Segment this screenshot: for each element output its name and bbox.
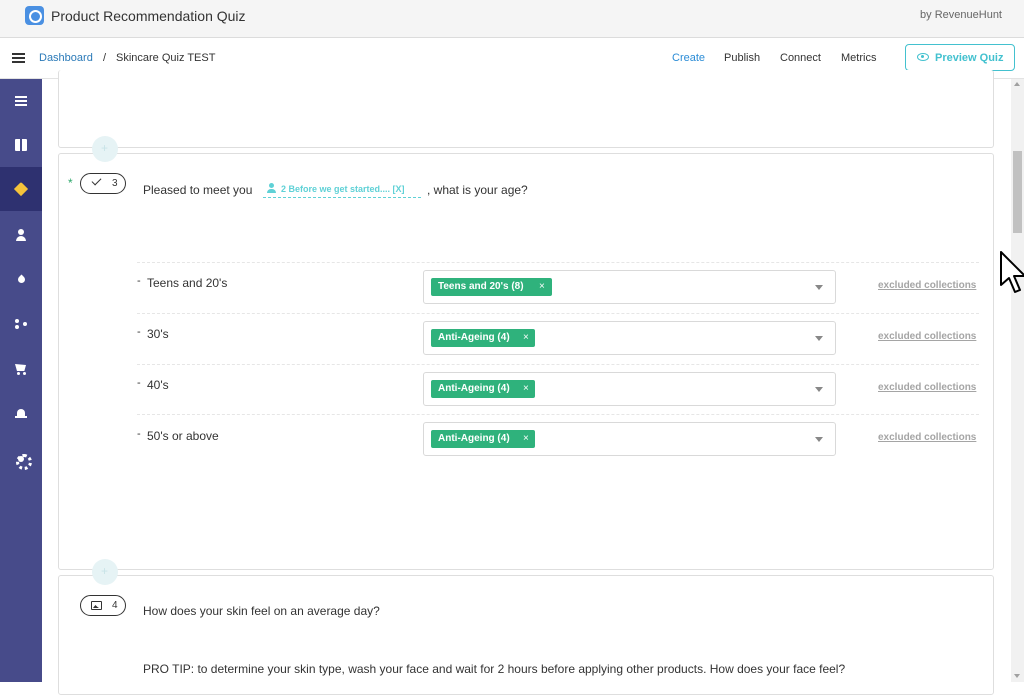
drop-icon [15,274,27,286]
option-label[interactable]: 50's or above [147,429,219,443]
add-block-icon[interactable] [92,559,118,585]
scroll-down-icon[interactable] [1014,674,1020,678]
option-label[interactable]: 40's [147,378,169,392]
sidebar-item-settings[interactable] [0,437,42,481]
excluded-collections-link[interactable]: excluded collections [878,331,976,342]
question-mention-tag[interactable]: 2 Before we get started.... [X] [263,182,421,198]
question-text-prefix: Pleased to meet you [143,183,253,197]
sidebar-item-list[interactable] [0,79,42,123]
collection-chip: Teens and 20's (8) × [431,278,552,296]
sidebar-item-tags[interactable] [0,167,42,211]
vertical-scrollbar[interactable] [1011,79,1024,682]
option-divider [137,414,979,415]
tab-metrics[interactable]: Metrics [841,52,876,64]
close-icon[interactable]: × [523,383,529,394]
option-label[interactable]: Teens and 20's [147,276,227,290]
list-icon [15,95,27,107]
person-icon [267,183,276,193]
sidebar-item-flow[interactable] [0,302,42,346]
cart-icon [15,363,27,375]
app-logo-icon [25,6,44,25]
option-divider [137,364,979,365]
question-card-3 [58,153,994,570]
sidebar-item-users[interactable] [0,213,42,257]
collection-chip-label: Teens and 20's (8) [438,281,524,292]
bell-icon [15,408,27,420]
collection-select[interactable]: Anti-Ageing (4) × [423,372,836,406]
tab-create[interactable]: Create [672,52,705,64]
chevron-down-icon[interactable] [815,437,823,442]
option-divider [137,262,979,263]
question-text: How does your skin feel on an average da… [143,604,380,618]
option-dash: - [137,377,141,389]
app-byline: by RevenueHunt [920,9,1002,21]
flow-icon [15,318,27,330]
box-icon [15,139,27,151]
app-title-bar: Product Recommendation Quiz by RevenueHu… [0,0,1024,38]
question-card-4 [58,575,994,695]
preview-quiz-button[interactable]: Preview Quiz [905,44,1015,71]
chevron-down-icon[interactable] [815,285,823,290]
question-text-suffix: , what is your age? [427,183,528,197]
menu-icon[interactable] [12,53,25,63]
breadcrumb-separator: / [103,52,107,64]
question-number: 3 [112,178,118,189]
breadcrumb-dashboard[interactable]: Dashboard [39,52,93,64]
collection-chip: Anti-Ageing (4) × [431,329,535,347]
previous-question-card [58,70,994,148]
collection-select[interactable]: Anti-Ageing (4) × [423,321,836,355]
collection-select[interactable]: Teens and 20's (8) × [423,270,836,304]
app-title: Product Recommendation Quiz [51,8,246,24]
add-block-icon[interactable] [92,136,118,162]
question-number-badge[interactable]: 4 [80,595,126,616]
user-icon [15,229,27,241]
option-dash: - [137,275,141,287]
option-dash: - [137,326,141,338]
check-icon [91,175,102,186]
option-divider [137,313,979,314]
collection-chip-label: Anti-Ageing (4) [438,332,510,343]
image-icon [91,601,102,610]
collection-chip-label: Anti-Ageing (4) [438,433,510,444]
chevron-down-icon[interactable] [815,387,823,392]
sidebar-item-design[interactable] [0,258,42,302]
option-dash: - [137,428,141,440]
question-number-badge[interactable]: 3 [80,173,126,194]
close-icon[interactable]: × [523,332,529,343]
option-label[interactable]: 30's [147,327,169,341]
tab-publish[interactable]: Publish [724,52,760,64]
collection-chip: Anti-Ageing (4) × [431,430,535,448]
collection-select[interactable]: Anti-Ageing (4) × [423,422,836,456]
excluded-collections-link[interactable]: excluded collections [878,382,976,393]
scroll-thumb[interactable] [1013,151,1022,233]
gear-icon [15,453,32,470]
chevron-down-icon[interactable] [815,336,823,341]
sidebar-item-products[interactable] [0,123,42,167]
preview-quiz-label: Preview Quiz [935,52,1004,64]
mention-text: 2 Before we get started.... [X] [281,184,405,194]
sidebar-item-notifications[interactable] [0,392,42,436]
scroll-up-icon[interactable] [1014,82,1020,86]
breadcrumb-current: Skincare Quiz TEST [116,52,216,64]
close-icon[interactable]: × [539,281,545,292]
required-mark: * [68,176,73,190]
sidebar-item-cart[interactable] [0,347,42,391]
close-icon[interactable]: × [523,433,529,444]
tab-connect[interactable]: Connect [780,52,821,64]
tag-icon [15,183,27,195]
collection-chip: Anti-Ageing (4) × [431,380,535,398]
collection-chip-label: Anti-Ageing (4) [438,383,510,394]
excluded-collections-link[interactable]: excluded collections [878,432,976,443]
mouse-cursor-icon [1000,251,1024,293]
question-tip: PRO TIP: to determine your skin type, wa… [143,662,846,676]
question-number: 4 [112,600,118,611]
eye-icon [917,53,929,61]
left-sidebar [0,79,42,682]
excluded-collections-link[interactable]: excluded collections [878,280,976,291]
